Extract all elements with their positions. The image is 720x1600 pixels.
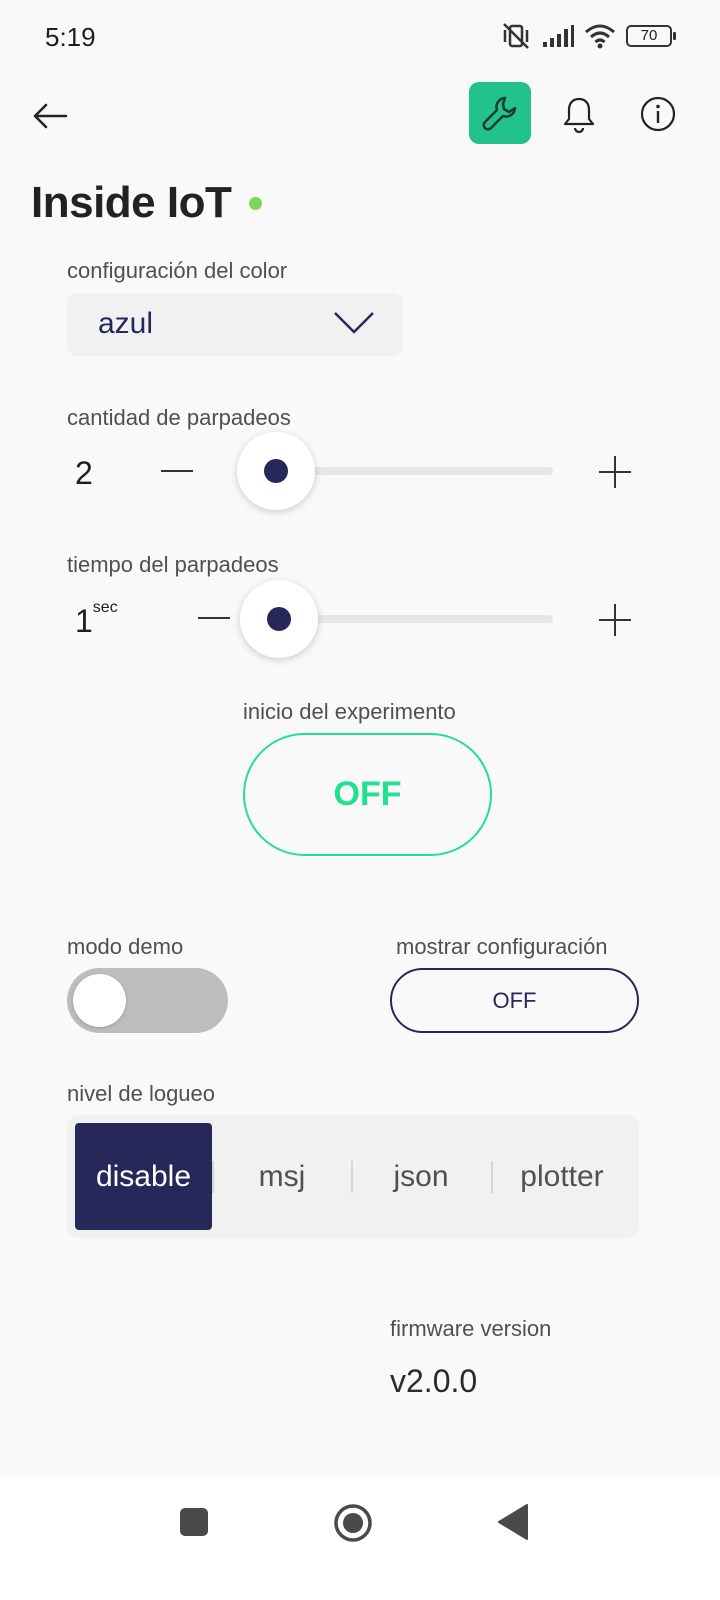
blink-time-value-wrap: 1sec (75, 599, 118, 640)
blink-time-plus-button[interactable] (595, 600, 635, 640)
wifi-icon (585, 24, 615, 49)
info-button[interactable] (637, 93, 679, 135)
log-level-segmented-control: disable msj json plotter (67, 1115, 639, 1238)
blink-time-value: 1 (75, 603, 93, 639)
minus-icon (161, 470, 193, 472)
blink-time-slider-handle[interactable] (240, 580, 318, 658)
system-nav-bar (0, 1476, 720, 1600)
home-circle-icon[interactable] (333, 1503, 373, 1543)
log-level-option-json[interactable]: json (353, 1123, 489, 1230)
bell-icon (563, 97, 595, 133)
demo-mode-switch[interactable] (67, 968, 228, 1033)
show-config-label: mostrar configuración (396, 934, 608, 959)
firmware-label: firmware version (390, 1316, 552, 1341)
online-status-dot (249, 197, 262, 210)
vibrate-off-icon (503, 23, 529, 49)
firmware-version: v2.0.0 (390, 1363, 478, 1399)
plus-icon (599, 604, 631, 636)
color-config-label: configuración del color (67, 258, 288, 283)
blink-count-plus-button[interactable] (595, 452, 635, 492)
log-level-label: nivel de logueo (67, 1081, 216, 1106)
back-button[interactable] (30, 96, 70, 136)
blink-count-minus-button[interactable] (157, 451, 197, 491)
color-dropdown-value: azul (98, 307, 154, 340)
blink-count-track[interactable] (276, 467, 553, 475)
wrench-icon (482, 96, 517, 131)
log-level-option-disable[interactable]: disable (75, 1123, 212, 1230)
battery-indicator: 70 (626, 25, 676, 47)
back-triangle-icon[interactable] (497, 1504, 529, 1540)
blink-time-unit: sec (92, 599, 118, 616)
blink-time-track[interactable] (279, 615, 553, 623)
slider-handle-dot (264, 459, 288, 483)
minus-icon (198, 617, 230, 619)
log-level-option-plotter[interactable]: plotter (493, 1123, 631, 1230)
color-dropdown[interactable]: azul (67, 293, 403, 356)
show-config-button[interactable]: OFF (390, 968, 639, 1033)
status-icons: 70 (500, 22, 676, 50)
recents-square-icon[interactable] (179, 1507, 209, 1537)
experiment-label: inicio del experimento (243, 699, 456, 724)
chevron-down-icon (334, 312, 374, 334)
plus-icon (599, 456, 631, 488)
notifications-button[interactable] (558, 93, 600, 135)
blink-count-slider-handle[interactable] (237, 432, 315, 510)
page-title: Inside IoT (31, 178, 232, 227)
slider-handle-dot (267, 607, 291, 631)
signal-icon (543, 25, 574, 47)
info-icon (640, 96, 676, 132)
switch-thumb (73, 974, 126, 1027)
demo-mode-label: modo demo (67, 934, 184, 959)
blink-count-label: cantidad de parpadeos (67, 405, 291, 430)
back-arrow-icon (33, 103, 68, 129)
experiment-toggle-button[interactable]: OFF (243, 733, 492, 856)
blink-count-value: 2 (75, 455, 93, 491)
blink-time-label: tiempo del parpadeos (67, 552, 279, 577)
log-level-option-msj[interactable]: msj (214, 1123, 350, 1230)
settings-tool-button[interactable] (469, 82, 531, 144)
blink-time-minus-button[interactable] (194, 598, 234, 638)
status-time: 5:19 (45, 22, 96, 52)
